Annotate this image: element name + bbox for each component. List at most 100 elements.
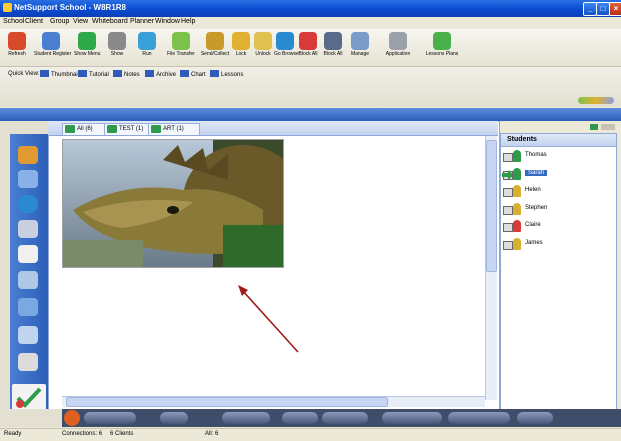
computer-icon (503, 240, 513, 250)
horizontal-scroll-thumb[interactable] (66, 397, 388, 407)
toolbar-button-refresh[interactable]: Refresh (6, 30, 28, 65)
window-title: NetSupport School - W8R1R8 (14, 3, 127, 12)
client-action-button[interactable] (517, 412, 553, 424)
unlock-icon (254, 32, 272, 50)
panel-controls[interactable] (590, 122, 620, 132)
run-icon (138, 32, 156, 50)
student-avatar-icon (513, 220, 521, 232)
quick-view-bar: Quick View: Thumbnail Tutorial Notes Arc… (0, 67, 621, 107)
menu-view[interactable]: View (73, 18, 88, 25)
globe-icon[interactable] (18, 195, 38, 213)
student-avatar-icon (513, 237, 521, 250)
panel-header-strip (0, 108, 621, 121)
maximize-button[interactable]: □ (596, 2, 610, 16)
send-collect-icon (206, 32, 224, 50)
menu-planner[interactable]: Planner (130, 18, 154, 25)
client-action-button[interactable] (382, 412, 442, 424)
toolbar-button-show-menu[interactable]: Show Menu (74, 30, 100, 65)
group-icon[interactable] (18, 146, 38, 164)
minimize-button[interactable]: _ (583, 2, 597, 16)
toolbar-button-show[interactable]: Show (105, 30, 129, 65)
toolbar-button-student-register[interactable]: Student Register (34, 30, 71, 65)
document-icon[interactable] (18, 245, 38, 263)
computer-icon (503, 153, 513, 162)
student-item[interactable]: Sarah (503, 167, 613, 181)
tools-icon[interactable] (18, 353, 38, 371)
client-action-button[interactable] (448, 412, 510, 424)
student-name: Helen (525, 187, 541, 193)
student-item[interactable]: Thomas (503, 149, 613, 163)
student-item[interactable]: Claire (503, 219, 613, 233)
lock-icon (232, 32, 250, 50)
menu-help[interactable]: Help (181, 18, 195, 25)
network-icon[interactable] (18, 170, 38, 188)
close-button[interactable]: × (609, 2, 621, 16)
check-icon[interactable] (18, 326, 38, 344)
group-tab-icon (107, 125, 117, 133)
menu-bar: School Client Group View Whiteboard Plan… (0, 17, 621, 28)
toolbar-button-label: Refresh (8, 51, 26, 57)
client-action-button[interactable] (84, 412, 136, 424)
view-mode-icon[interactable] (578, 97, 614, 104)
vertical-scroll-thumb[interactable] (486, 140, 497, 272)
toolbar-button-label: Application (385, 51, 411, 57)
lessons-icon (210, 70, 219, 77)
toolbar-button-lessons-plans[interactable]: Lessons Plans (422, 30, 462, 65)
client-action-button[interactable] (222, 412, 270, 424)
toolbar-button-unlock[interactable]: Unlock (252, 30, 274, 65)
play-icon (78, 32, 96, 50)
menu-school[interactable]: School (3, 18, 24, 25)
client-action-button[interactable] (160, 412, 188, 424)
quick-view-notes[interactable]: Notes (113, 70, 140, 79)
user-icon[interactable] (18, 220, 38, 238)
student-avatar-icon (513, 167, 521, 180)
menu-whiteboard[interactable]: Whiteboard (92, 18, 128, 25)
menu-client[interactable]: Client (25, 18, 43, 25)
options-icon[interactable] (601, 124, 615, 130)
toolbar-button-block-all[interactable]: Block All (297, 30, 319, 65)
quick-view-chart[interactable]: Chart (180, 70, 206, 79)
student-item[interactable]: Stephen (503, 202, 613, 216)
toolbar-button-lock[interactable]: Lock (232, 30, 250, 65)
block-icon (299, 32, 317, 50)
toolbar-button-label: Block All (298, 51, 318, 57)
archive-icon (145, 70, 154, 77)
tab-art[interactable]: ART (1) (148, 123, 200, 135)
connections-count: Connections: 6 (62, 431, 103, 437)
quick-view-lessons[interactable]: Lessons (210, 70, 243, 79)
selected-tool[interactable] (12, 384, 46, 410)
student-name: Stephen (525, 204, 548, 211)
status-text: Ready (4, 431, 22, 437)
menu-group[interactable]: Group (50, 18, 69, 25)
app-icon (3, 3, 12, 12)
toolbar-button-go-browse[interactable]: Go Browse (274, 30, 299, 65)
student-screen-thumbnail[interactable] (62, 139, 284, 268)
toolbar-button-application[interactable]: Application (380, 30, 416, 65)
quick-view-label: Quick View: (8, 71, 40, 77)
manage-icon (351, 32, 369, 50)
student-item[interactable]: James (503, 237, 613, 251)
users-icon[interactable] (18, 298, 38, 316)
clipboard-icon[interactable] (18, 271, 38, 289)
menu-window[interactable]: Window (155, 18, 180, 25)
client-action-button[interactable] (322, 412, 368, 424)
lizard-image (63, 140, 283, 267)
toolbar-button-label: Lock (235, 51, 247, 57)
toolbar-button-block-all[interactable]: Block All (322, 30, 344, 65)
toolbar-button-send-collect[interactable]: Send/Collect (200, 30, 230, 65)
quick-view-archive[interactable]: Archive (145, 70, 176, 79)
toolbar-button-file-transfer[interactable]: File Transfer (166, 30, 196, 65)
record-icon[interactable] (64, 410, 80, 426)
client-action-button[interactable] (282, 412, 318, 424)
selected-student-arrow-icon (502, 170, 512, 179)
toolbar-button-label: Show (110, 51, 124, 57)
toolbar-button-run[interactable]: Run (134, 30, 160, 65)
annotation-arrow (238, 285, 299, 353)
main-toolbar: Refresh Student Register Show Menu Show Run F… (0, 29, 621, 67)
arrow-icon[interactable] (590, 124, 598, 130)
toolbar-button-manage[interactable]: Manage (346, 30, 374, 65)
quick-view-thumbnail[interactable]: Thumbnail (40, 70, 79, 79)
student-item[interactable]: Helen (503, 184, 613, 198)
quick-view-tutorial[interactable]: Tutorial (78, 70, 109, 79)
group-tab-icon (65, 125, 75, 133)
